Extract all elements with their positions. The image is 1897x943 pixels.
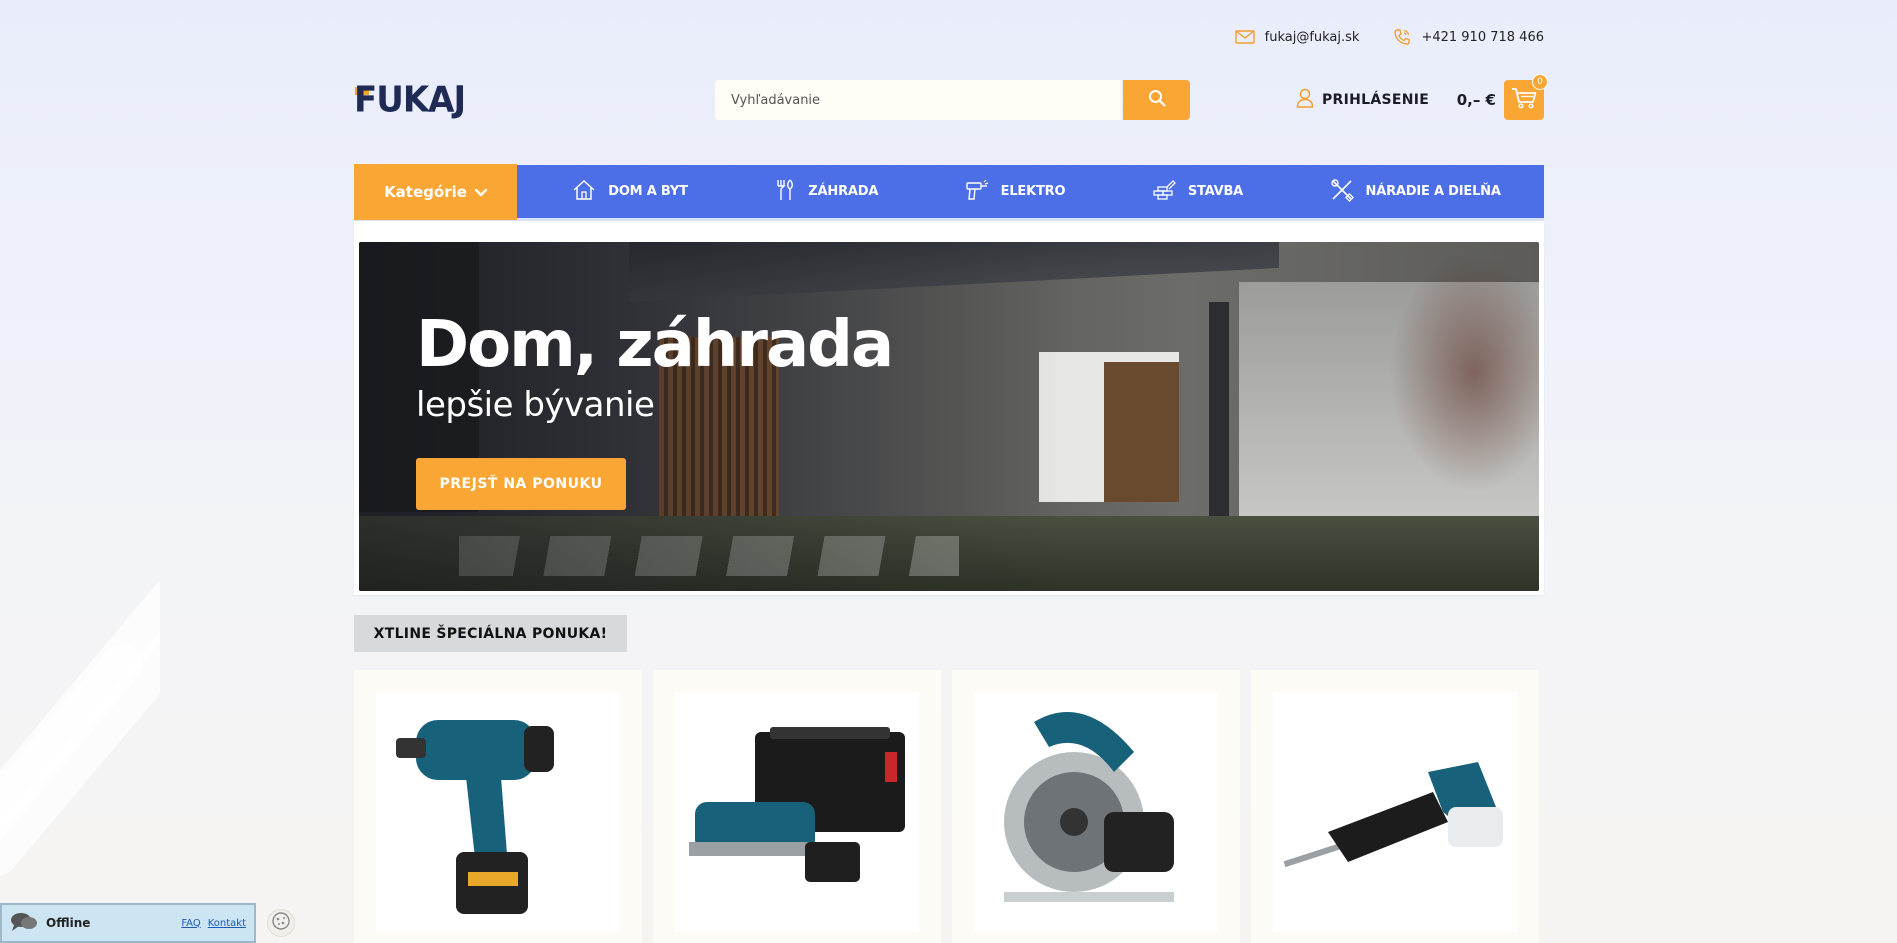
- site-header: FUKAJ PRIHLÁSENIE 0,– € 0: [354, 74, 1548, 122]
- nav-item-label: NÁRADIE A DIELŇA: [1365, 184, 1501, 199]
- logo[interactable]: FUKAJ: [354, 78, 466, 122]
- hero-title: Dom, záhrada: [416, 308, 894, 382]
- hero-photo-tree: [1389, 252, 1539, 492]
- house-icon: [572, 178, 596, 206]
- contact-bar: fukaj@fukaj.sk +421 910 718 466: [354, 26, 1544, 48]
- nav-item-dom-a-byt[interactable]: DOM A BYT: [572, 178, 688, 206]
- nav-item-naradie-a-dielna[interactable]: NÁRADIE A DIELŇA: [1330, 178, 1501, 206]
- search-button[interactable]: [1123, 80, 1190, 120]
- cart-icon: [1511, 87, 1537, 113]
- product-image-planer-with-case: [675, 692, 919, 932]
- tools-icon: [1330, 178, 1354, 206]
- cart-box: 0: [1504, 74, 1548, 120]
- chat-bubbles-icon: [10, 912, 38, 935]
- product-card[interactable]: [1251, 670, 1539, 943]
- hero-photo-wood-door: [1104, 362, 1179, 502]
- nav-item-label: STAVBA: [1187, 184, 1244, 199]
- nav-item-zahrada[interactable]: ZÁHRADA: [774, 178, 878, 206]
- chevron-down-icon: [474, 183, 488, 201]
- chat-status: Offline: [46, 916, 91, 930]
- login-label: PRIHLÁSENIE: [1322, 92, 1430, 108]
- phone-text: +421 910 718 466: [1421, 29, 1544, 45]
- product-grid: [354, 670, 1544, 943]
- background-decoration: [0, 560, 160, 943]
- special-offer-heading: XTLINE ŠPECIÁLNA PONUKA!: [354, 615, 627, 652]
- cart-price: 0,– €: [1456, 91, 1496, 109]
- cart-button[interactable]: 0,– € 0: [1456, 74, 1548, 122]
- hero-subtitle: lepšie bývanie: [416, 385, 655, 425]
- bricks-icon: [1152, 179, 1176, 205]
- login-button[interactable]: PRIHLÁSENIE: [1296, 78, 1429, 122]
- cart-count-badge: 0: [1532, 74, 1548, 90]
- cookie-settings-button[interactable]: [267, 909, 295, 937]
- search-input[interactable]: [715, 80, 1121, 120]
- main-nav: Kategórie DOM A BYT ZÁHRADA ELEKTRO STAV…: [354, 163, 1544, 221]
- chat-faq-link[interactable]: FAQ: [181, 918, 200, 929]
- phone-contact[interactable]: +421 910 718 466: [1393, 28, 1544, 46]
- logo-text: FUKAJ: [354, 79, 466, 121]
- chat-widget[interactable]: Offline FAQ Kontakt: [0, 903, 256, 943]
- product-card[interactable]: [653, 670, 941, 943]
- nav-item-label: DOM A BYT: [608, 184, 688, 199]
- product-card[interactable]: [354, 670, 642, 943]
- hero-cta-button[interactable]: PREJSŤ NA PONUKU: [416, 458, 626, 510]
- nav-item-elektro[interactable]: ELEKTRO: [965, 178, 1066, 206]
- product-image-reciprocating-saw: [1273, 692, 1517, 932]
- hero-photo-pillar: [1209, 302, 1229, 552]
- nav-item-label: ZÁHRADA: [808, 184, 879, 199]
- categories-label: Kategórie: [384, 182, 467, 201]
- product-image-circular-saw: [974, 692, 1218, 932]
- drill-icon: [965, 179, 989, 205]
- hero-section: Dom, záhrada lepšie bývanie PREJSŤ NA PO…: [354, 221, 1544, 595]
- search-box: [715, 80, 1121, 120]
- hero-banner: Dom, záhrada lepšie bývanie PREJSŤ NA PO…: [359, 242, 1539, 591]
- garden-tools-icon: [774, 178, 796, 206]
- chat-contact-link[interactable]: Kontakt: [208, 918, 246, 929]
- email-text: fukaj@fukaj.sk: [1264, 29, 1360, 45]
- search-icon: [1148, 89, 1166, 111]
- user-icon: [1296, 88, 1314, 112]
- categories-dropdown[interactable]: Kategórie: [354, 163, 517, 220]
- nav-items: DOM A BYT ZÁHRADA ELEKTRO STAVBA NÁRADIE…: [517, 178, 1544, 206]
- nav-item-label: ELEKTRO: [1000, 184, 1066, 199]
- product-image-cordless-drill: [376, 692, 620, 932]
- envelope-icon: [1234, 30, 1255, 44]
- product-card[interactable]: [952, 670, 1240, 943]
- cookie-icon: [271, 911, 291, 935]
- phone-icon: [1393, 28, 1411, 46]
- email-contact[interactable]: fukaj@fukaj.sk: [1234, 29, 1360, 45]
- nav-item-stavba[interactable]: STAVBA: [1152, 178, 1243, 206]
